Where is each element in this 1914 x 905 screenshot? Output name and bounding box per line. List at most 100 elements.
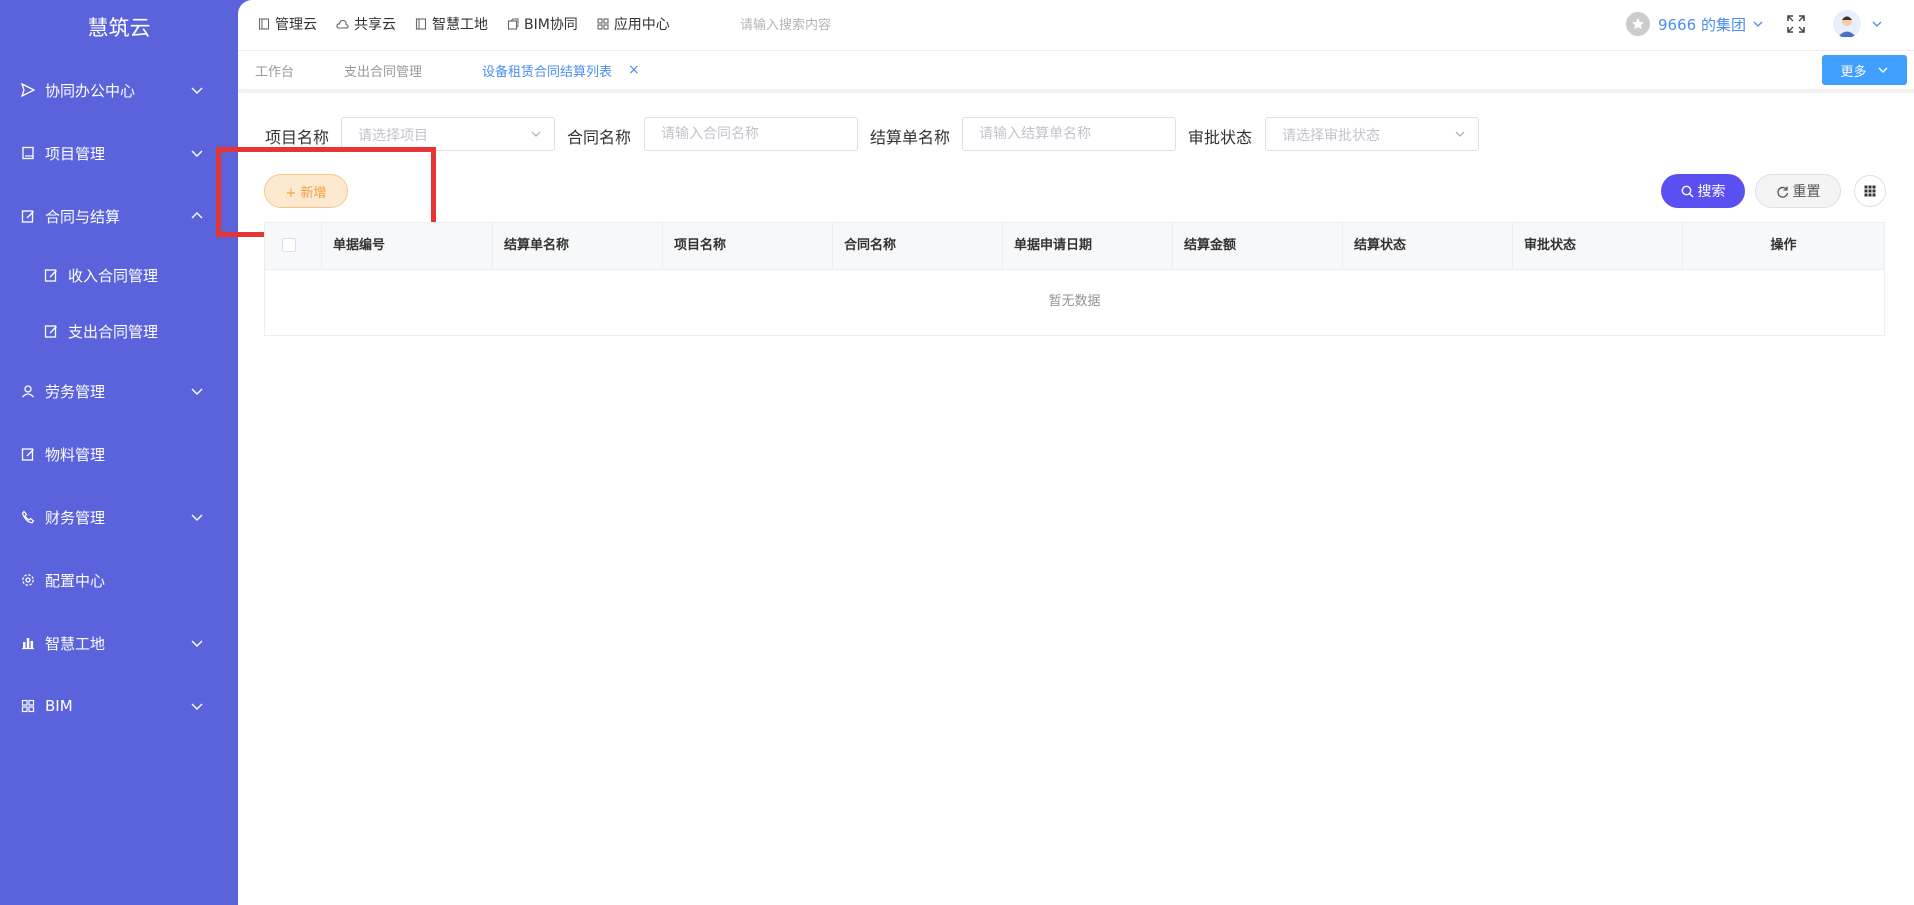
contract-name-input[interactable] <box>644 117 858 151</box>
chevron-down-icon <box>191 514 203 521</box>
settlement-table: 单据编号 结算单名称 项目名称 合同名称 单据申请日期 结算金额 结算状态 审批… <box>264 222 1885 336</box>
column-header: 项目名称 <box>663 223 833 269</box>
chevron-down-icon <box>191 640 203 647</box>
column-header: 审批状态 <box>1513 223 1683 269</box>
project-select-placeholder: 请选择项目 <box>358 128 428 144</box>
sidebar-item-label: BIM <box>45 697 73 715</box>
chevron-down-icon <box>1753 21 1763 27</box>
empty-state: 暂无数据 <box>1048 294 1101 309</box>
sidebar-item-expense-contract[interactable]: 支出合同管理 <box>0 307 238 355</box>
top-nav: 管理云 共享云 智慧工地 BIM协同 应用中心 <box>258 0 689 48</box>
chevron-down-icon <box>191 388 203 395</box>
column-settings-button[interactable] <box>1854 175 1886 207</box>
sidebar-item-config[interactable]: 配置中心 <box>0 556 238 604</box>
sidebar-item-labor[interactable]: 劳务管理 <box>0 367 238 415</box>
top-nav-smart-site[interactable]: 智慧工地 <box>415 14 488 34</box>
project-select[interactable]: 请选择项目 <box>341 117 555 151</box>
sidebar-item-material[interactable]: 物料管理 <box>0 430 238 478</box>
tab-close-button[interactable]: × <box>628 62 640 78</box>
app-logo: 慧筑云 <box>87 16 151 40</box>
sidebar: 慧筑云 协同办公中心 项目管理 合同与结算 收入合同管理 支出合同管理 劳务管理… <box>0 0 238 905</box>
top-nav-label: BIM协同 <box>524 17 578 33</box>
top-nav-label: 管理云 <box>275 17 317 33</box>
avatar <box>1833 10 1861 38</box>
top-nav-label: 共享云 <box>354 17 396 33</box>
select-all-cell <box>265 223 322 269</box>
chevron-down-icon <box>1455 131 1465 137</box>
box-icon <box>507 18 519 30</box>
top-nav-management-cloud[interactable]: 管理云 <box>258 14 317 34</box>
gear-icon <box>20 572 36 588</box>
sidebar-item-income-contract[interactable]: 收入合同管理 <box>0 251 238 299</box>
edit-icon <box>43 267 59 283</box>
send-icon <box>20 82 36 98</box>
column-header: 合同名称 <box>833 223 1003 269</box>
main-panel: 管理云 共享云 智慧工地 BIM协同 应用中心 请输入搜索内容 9666 的集团… <box>216 0 1914 905</box>
sidebar-item-label: 物料管理 <box>45 445 106 464</box>
sidebar-item-label: 财务管理 <box>45 508 106 527</box>
sidebar-item-smart-site[interactable]: 智慧工地 <box>0 619 238 667</box>
chevron-down-icon <box>1872 21 1882 27</box>
search-button[interactable]: 搜索 <box>1661 174 1745 208</box>
chevron-up-icon <box>191 212 203 219</box>
grid-icon <box>1864 185 1876 197</box>
column-header: 结算状态 <box>1343 223 1513 269</box>
phone-icon <box>20 509 36 525</box>
bar-chart-icon <box>20 635 36 651</box>
top-nav-shared-cloud[interactable]: 共享云 <box>336 14 396 34</box>
chevron-down-icon <box>191 150 203 157</box>
more-button[interactable]: 更多 <box>1822 55 1907 85</box>
sidebar-item-label: 收入合同管理 <box>68 266 159 285</box>
refresh-icon <box>1776 186 1788 198</box>
approval-select-placeholder: 请选择审批状态 <box>1282 128 1380 144</box>
document-icon <box>258 18 270 30</box>
grid-icon <box>597 18 609 30</box>
chevron-down-icon <box>531 131 541 137</box>
sidebar-item-finance[interactable]: 财务管理 <box>0 493 238 541</box>
grid-icon <box>20 698 36 714</box>
chevron-down-icon <box>191 87 203 94</box>
document-icon <box>415 18 427 30</box>
sidebar-item-project[interactable]: 项目管理 <box>0 129 238 177</box>
add-button[interactable]: + 新增 <box>264 174 348 208</box>
column-header: 单据编号 <box>322 223 493 269</box>
book-icon <box>20 145 36 161</box>
tab-expense-contract[interactable]: 支出合同管理 <box>344 61 422 80</box>
select-all-checkbox[interactable] <box>282 238 296 252</box>
org-name: 9666 的集团 <box>1658 15 1746 34</box>
contract-filter-label: 合同名称 <box>567 128 632 147</box>
sidebar-item-contract-settlement[interactable]: 合同与结算 <box>0 192 238 240</box>
search-icon <box>1681 185 1693 197</box>
top-nav-app-center[interactable]: 应用中心 <box>597 14 670 34</box>
settlement-filter-label: 结算单名称 <box>870 128 951 147</box>
column-header: 操作 <box>1770 238 1797 253</box>
tab-equipment-lease-settlement[interactable]: 设备租赁合同结算列表 <box>482 61 612 80</box>
org-switcher[interactable]: 9666 的集团 <box>1626 10 1764 38</box>
edit-icon <box>20 208 36 224</box>
fullscreen-icon[interactable] <box>1786 14 1806 34</box>
top-nav-label: 应用中心 <box>613 17 670 33</box>
tab-workbench[interactable]: 工作台 <box>255 61 294 80</box>
sidebar-item-label: 智慧工地 <box>45 634 106 653</box>
chevron-down-icon <box>1878 67 1887 73</box>
user-icon <box>20 383 36 399</box>
user-menu[interactable] <box>1833 10 1883 38</box>
global-search-input[interactable] <box>738 12 942 38</box>
top-nav-bim[interactable]: BIM协同 <box>507 14 578 34</box>
sidebar-item-label: 协同办公中心 <box>45 81 136 100</box>
chevron-down-icon <box>191 703 203 710</box>
approval-status-select[interactable]: 请选择审批状态 <box>1265 117 1479 151</box>
approval-filter-label: 审批状态 <box>1188 128 1253 147</box>
sidebar-item-bim[interactable]: BIM <box>0 682 238 730</box>
reset-button[interactable]: 重置 <box>1755 174 1841 208</box>
settlement-name-input[interactable] <box>962 117 1176 151</box>
table-header: 单据编号 结算单名称 项目名称 合同名称 单据申请日期 结算金额 结算状态 审批… <box>265 223 1884 270</box>
column-header: 单据申请日期 <box>1003 223 1173 269</box>
sidebar-item-label: 合同与结算 <box>45 207 121 226</box>
more-label: 更多 <box>1840 64 1867 80</box>
edit-icon <box>20 446 36 462</box>
sidebar-item-collab-office[interactable]: 协同办公中心 <box>0 66 238 114</box>
project-filter-label: 项目名称 <box>265 128 330 147</box>
column-header: 结算金额 <box>1173 223 1343 269</box>
column-header: 结算单名称 <box>493 223 663 269</box>
